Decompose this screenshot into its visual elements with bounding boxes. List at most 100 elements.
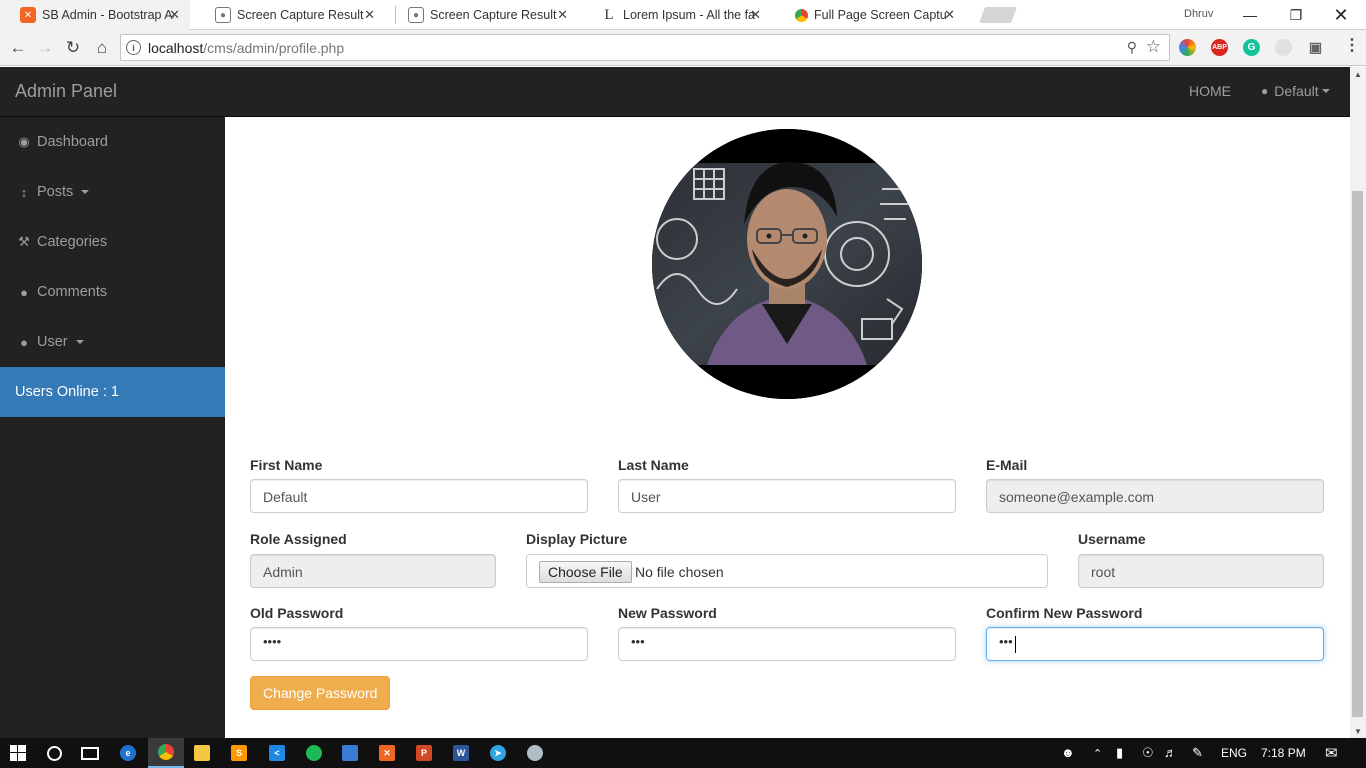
sidebar-item-label: Posts xyxy=(37,184,74,200)
spotify-icon[interactable] xyxy=(296,738,332,768)
edge-icon[interactable]: e xyxy=(110,738,146,768)
windows-taskbar: e S < ✕ P W ➤ ☻ ⌃ ▮ ☉ ♬ ✎ ENG 7:18 PM ✉ xyxy=(0,738,1366,768)
profile-content: First Name Default Last Name User E-Mail… xyxy=(225,117,1350,738)
browser-tab[interactable]: Full Page Screen Capture ✕ xyxy=(775,0,965,30)
file-status-text: No file chosen xyxy=(635,564,724,580)
file-explorer-icon[interactable] xyxy=(184,738,220,768)
browser-tab[interactable]: ● Screen Capture Result ✕ xyxy=(388,0,578,30)
bookmark-star-icon[interactable]: ☆ xyxy=(1146,37,1161,57)
grammarly-icon[interactable]: G xyxy=(1243,39,1260,56)
close-window-icon[interactable]: ✕ xyxy=(1318,0,1364,30)
change-password-button[interactable]: Change Password xyxy=(250,676,391,710)
scroll-thumb[interactable] xyxy=(1352,191,1363,717)
url-text: localhost/cms/admin/profile.php xyxy=(148,40,345,56)
camera-favicon-icon: ● xyxy=(408,7,424,23)
clock[interactable]: 7:18 PM xyxy=(1261,746,1306,760)
profile-photo xyxy=(652,129,922,399)
home-icon[interactable]: ⌂ xyxy=(90,36,114,60)
confirm-password-input[interactable]: ••• xyxy=(986,627,1324,661)
first-name-input[interactable]: Default xyxy=(250,479,588,513)
reload-icon[interactable]: ↻ xyxy=(61,36,85,60)
paint-icon[interactable] xyxy=(517,738,553,768)
browser-toolbar: ← → ↻ ⌂ i localhost/cms/admin/profile.ph… xyxy=(0,30,1366,66)
vscode-icon[interactable]: < xyxy=(259,738,295,768)
sidebar-item-user[interactable]: ● User xyxy=(0,317,225,367)
users-online-panel: Users Online : 1 xyxy=(0,367,225,417)
page-scrollbar[interactable]: ▲ ▼ xyxy=(1350,67,1366,738)
username-label: Username xyxy=(1078,531,1146,547)
sidebar-item-comments[interactable]: ● Comments xyxy=(0,267,225,317)
extension-icon[interactable] xyxy=(1275,39,1292,56)
browser-tab-strip: ✕ SB Admin - Bootstrap Ad ✕ ● Screen Cap… xyxy=(0,0,1366,30)
show-hidden-icons-chevron-icon[interactable]: ⌃ xyxy=(1093,747,1102,760)
key-icon[interactable]: ⚲ xyxy=(1127,39,1137,56)
windows-start-icon[interactable] xyxy=(0,738,36,768)
old-password-label: Old Password xyxy=(250,605,344,621)
scroll-down-arrow-icon[interactable]: ▼ xyxy=(1354,727,1362,736)
search-cortana-icon[interactable] xyxy=(36,738,72,768)
chrome-favicon-icon xyxy=(795,8,808,22)
new-tab-button[interactable] xyxy=(979,7,1017,23)
scroll-up-arrow-icon[interactable]: ▲ xyxy=(1354,70,1362,79)
sidebar-item-dashboard[interactable]: ◉ Dashboard xyxy=(0,117,225,167)
address-bar[interactable]: i localhost/cms/admin/profile.php ⚲ ☆ xyxy=(120,34,1170,61)
browser-tab-active[interactable]: ✕ SB Admin - Bootstrap Ad ✕ xyxy=(0,0,190,30)
confirm-password-label: Confirm New Password xyxy=(986,605,1143,621)
forward-arrow-icon[interactable]: → xyxy=(33,36,57,60)
sidebar-item-label: User xyxy=(37,334,68,350)
last-name-input[interactable]: User xyxy=(618,479,956,513)
email-value: someone@example.com xyxy=(999,489,1155,505)
adblock-plus-icon[interactable]: ABP xyxy=(1211,39,1228,56)
nav-home-link[interactable]: HOME xyxy=(1189,83,1231,99)
restore-icon[interactable]: ❐ xyxy=(1273,0,1319,30)
old-password-input[interactable]: •••• xyxy=(250,627,588,661)
tab-title: SB Admin - Bootstrap Ad xyxy=(42,8,174,22)
username-input[interactable]: root xyxy=(1078,554,1324,588)
close-tab-icon[interactable]: ✕ xyxy=(364,7,375,23)
caret-down-icon xyxy=(81,190,90,194)
wifi-icon[interactable]: ☉ xyxy=(1142,745,1154,761)
close-tab-icon[interactable]: ✕ xyxy=(750,7,761,23)
close-tab-icon[interactable]: ✕ xyxy=(169,7,180,23)
choose-file-button[interactable]: Choose File xyxy=(539,561,632,583)
app-icon[interactable] xyxy=(332,738,368,768)
new-password-input[interactable]: ••• xyxy=(618,627,956,661)
word-icon[interactable]: W xyxy=(443,738,479,768)
confirm-password-value: ••• xyxy=(999,634,1013,649)
minimize-icon[interactable]: — xyxy=(1227,0,1273,30)
browser-tab[interactable]: L Lorem Ipsum - All the fac ✕ xyxy=(581,0,771,30)
tab-title: Full Page Screen Capture xyxy=(814,8,946,22)
volume-icon[interactable]: ♬ xyxy=(1164,745,1177,760)
sidebar-item-label: Categories xyxy=(37,234,108,250)
browser-profile-name[interactable]: Dhruv xyxy=(1184,8,1213,20)
tab-title: Lorem Ipsum - All the fac xyxy=(623,8,755,22)
sidebar-item-posts[interactable]: ↕ Posts xyxy=(0,167,225,217)
chrome-taskbar-icon[interactable] xyxy=(148,738,184,768)
first-name-label: First Name xyxy=(250,457,323,473)
sidebar: ◉ Dashboard ↕ Posts ⚒ Categories ● Comme… xyxy=(0,117,225,738)
task-view-icon[interactable] xyxy=(72,738,108,768)
color-picker-extension-icon[interactable] xyxy=(1179,39,1196,56)
powerpoint-icon[interactable]: P xyxy=(406,738,442,768)
info-icon[interactable]: i xyxy=(126,40,141,55)
pen-icon[interactable]: ✎ xyxy=(1192,745,1203,761)
telegram-icon[interactable]: ➤ xyxy=(480,738,516,768)
screen-capture-camera-icon[interactable]: ▣ xyxy=(1307,39,1324,56)
brand-title[interactable]: Admin Panel xyxy=(15,81,117,102)
display-picture-field: Choose File No file chosen xyxy=(526,554,1048,588)
people-icon[interactable]: ☻ xyxy=(1061,745,1075,760)
close-tab-icon[interactable]: ✕ xyxy=(944,7,955,23)
sidebar-item-categories[interactable]: ⚒ Categories xyxy=(0,217,225,267)
close-tab-icon[interactable]: ✕ xyxy=(557,7,568,23)
action-center-icon[interactable]: ✉ xyxy=(1325,744,1338,762)
xampp-icon[interactable]: ✕ xyxy=(369,738,405,768)
browser-menu-icon[interactable]: ⋮ xyxy=(1344,38,1360,54)
user-dropdown[interactable]: ● Default xyxy=(1261,83,1330,99)
browser-tab[interactable]: ● Screen Capture Result ✕ xyxy=(195,0,385,30)
sublime-text-icon[interactable]: S xyxy=(221,738,257,768)
language-indicator[interactable]: ENG xyxy=(1221,746,1247,760)
email-input[interactable]: someone@example.com xyxy=(986,479,1324,513)
battery-icon[interactable]: ▮ xyxy=(1116,745,1123,761)
role-input[interactable]: Admin xyxy=(250,554,496,588)
back-arrow-icon[interactable]: ← xyxy=(6,36,30,60)
